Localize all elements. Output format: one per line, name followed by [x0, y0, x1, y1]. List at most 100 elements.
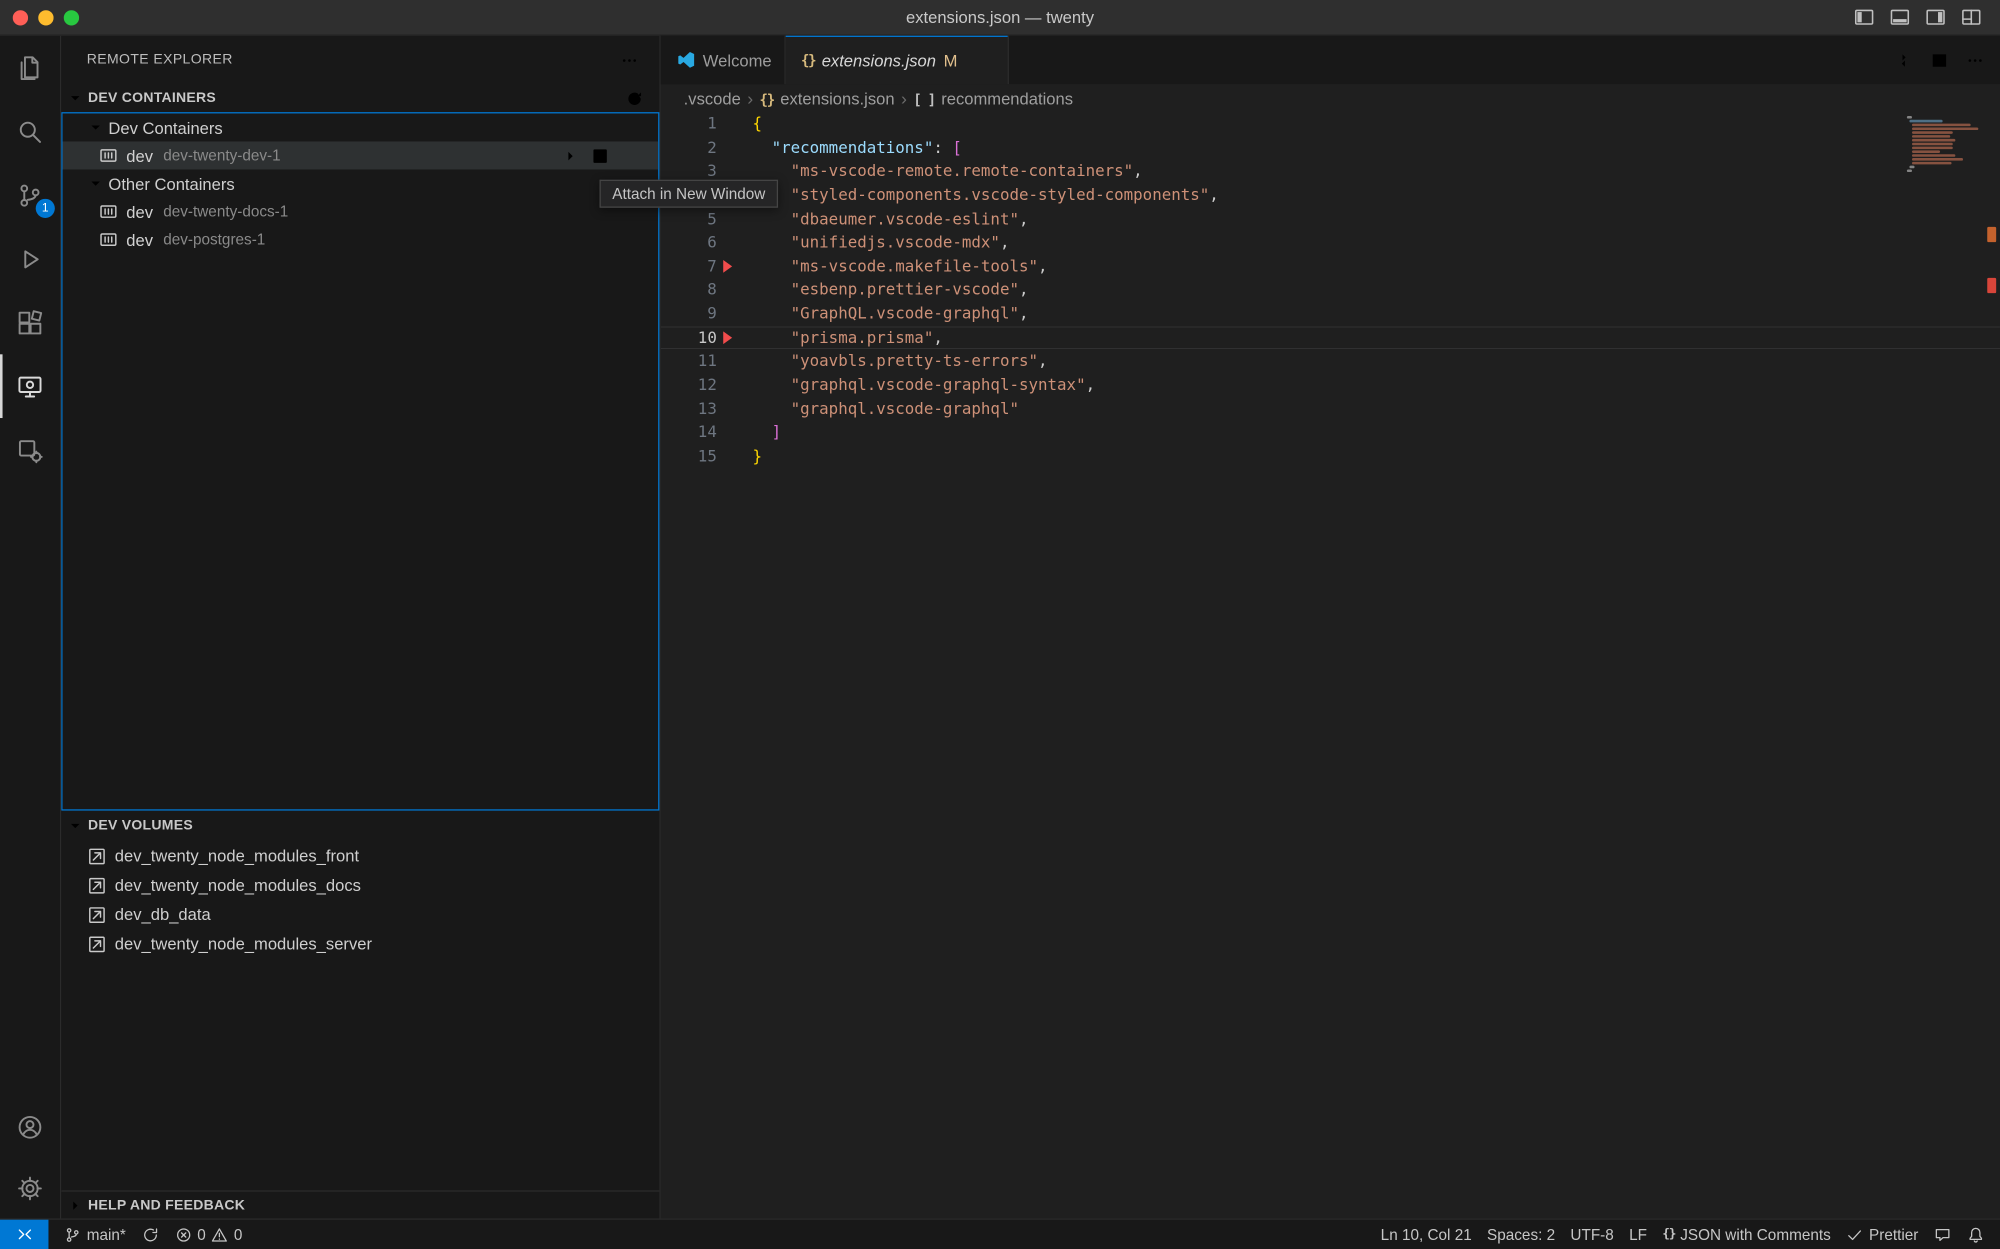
attach-new-window-button[interactable]	[587, 143, 613, 168]
close-window-button[interactable]	[13, 10, 28, 25]
code-line-2[interactable]: 2 "recommendations": [	[661, 136, 2000, 160]
container-icon	[98, 145, 118, 165]
tree-group[interactable]: Dev Containers	[62, 113, 658, 141]
dev-volumes-list: dev_twenty_node_modules_frontdev_twenty_…	[61, 841, 659, 958]
volume-icon	[87, 904, 107, 924]
json-symbol-icon: {}	[760, 89, 774, 108]
volume-row[interactable]: dev_db_data	[61, 900, 659, 929]
code-line-4[interactable]: 4 "styled-components.vscode-styled-compo…	[661, 183, 2000, 207]
volume-icon	[87, 846, 107, 866]
activity-item-run-and-debug[interactable]	[0, 227, 60, 291]
more-actions-icon[interactable]	[616, 47, 642, 72]
more-actions-button[interactable]	[1962, 47, 1988, 72]
tab-extensions-json[interactable]: {}extensions.jsonM	[786, 36, 1009, 84]
activity-item-remote-explorer[interactable]	[0, 354, 60, 418]
container-row[interactable]: devdev-twenty-dev-1	[62, 141, 658, 169]
split-editor-button[interactable]	[1926, 47, 1952, 72]
activity-item-explorer[interactable]	[0, 36, 60, 100]
code-line-1[interactable]: 1{	[661, 112, 2000, 136]
container-row[interactable]: devdev-twenty-docs-1	[62, 198, 658, 226]
problems-indicator[interactable]: 00	[167, 1220, 250, 1249]
minimap[interactable]	[1907, 116, 1981, 173]
close-tab-button[interactable]	[972, 48, 995, 71]
check-icon	[1846, 1225, 1864, 1243]
language-mode[interactable]: {}JSON with Comments	[1655, 1220, 1839, 1249]
container-row[interactable]: devdev-postgres-1	[62, 226, 658, 254]
code-line-11[interactable]: 11 "yoavbls.pretty-ts-errors",	[661, 350, 2000, 374]
container-icon	[98, 201, 118, 221]
activity-item-source-control[interactable]: 1	[0, 163, 60, 227]
container-icon	[98, 229, 118, 249]
status-bar: main* 00 Ln 10, Col 21Spaces: 2UTF-8LF{}J…	[0, 1218, 2000, 1249]
layout-sidebar-right-icon[interactable]	[1925, 6, 1947, 28]
code-line-9[interactable]: 9 "GraphQL.vscode-graphql",	[661, 302, 2000, 326]
add-button[interactable]	[562, 85, 588, 110]
section-header-dev-containers[interactable]: DEV CONTAINERS	[61, 84, 659, 112]
layout-sidebar-left-icon[interactable]	[1853, 6, 1875, 28]
json-braces-icon: {}	[801, 52, 815, 69]
cursor-position[interactable]: Ln 10, Col 21	[1373, 1220, 1479, 1249]
chevron-down-icon	[65, 817, 85, 835]
source-control-badge: 1	[36, 199, 55, 218]
code-line-10[interactable]: 10 "prisma.prisma",	[661, 326, 2000, 350]
branch-icon	[64, 1225, 82, 1243]
sidebar-header: REMOTE EXPLORER	[61, 36, 659, 84]
stop-container-button[interactable]	[620, 143, 646, 168]
sync-icon	[141, 1225, 159, 1243]
attach-container-button[interactable]	[554, 143, 580, 168]
tab-welcome[interactable]: Welcome	[661, 36, 786, 84]
layout-panel-icon[interactable]	[1889, 6, 1911, 28]
layout-controls	[1853, 6, 2000, 28]
code-line-7[interactable]: 7 "ms-vscode.makefile-tools",	[661, 255, 2000, 279]
branch-indicator[interactable]: main*	[56, 1220, 133, 1249]
code-line-8[interactable]: 8 "esbenp.prettier-vscode",	[661, 278, 2000, 302]
formatter-indicator[interactable]: Prettier	[1838, 1220, 1926, 1249]
filter-button[interactable]	[592, 85, 618, 110]
encoding-indicator[interactable]: UTF-8	[1563, 1220, 1622, 1249]
feedback-button[interactable]	[1926, 1220, 1959, 1249]
tree-group[interactable]: Other Containers	[62, 170, 658, 198]
notifications-button[interactable]	[1959, 1220, 1992, 1249]
vscode-window: extensions.json — twenty 1 REMOTE EXPLOR…	[0, 0, 2000, 1249]
code-line-12[interactable]: 12 "graphql.vscode-graphql-syntax",	[661, 373, 2000, 397]
remote-indicator[interactable]	[0, 1220, 48, 1249]
title-bar: extensions.json — twenty	[0, 0, 2000, 36]
account-icon	[17, 1113, 44, 1140]
code-line-6[interactable]: 6 "unifiedjs.vscode-mdx",	[661, 231, 2000, 255]
code-line-14[interactable]: 14 ]	[661, 421, 2000, 445]
dev-containers-tree: Dev Containersdevdev-twenty-dev-1Other C…	[61, 112, 659, 810]
sync-button[interactable]	[134, 1220, 167, 1249]
breadcrumb-item[interactable]: [ ]recommendations	[913, 89, 1073, 108]
section-header-help-feedback[interactable]: HELP AND FEEDBACK	[61, 1190, 659, 1218]
code-line-5[interactable]: 5 "dbaeumer.vscode-eslint",	[661, 207, 2000, 231]
eol-indicator[interactable]: LF	[1621, 1220, 1654, 1249]
chevron-down-icon	[85, 119, 105, 137]
breadcrumb-separator: ›	[901, 89, 907, 107]
minimize-window-button[interactable]	[38, 10, 53, 25]
activity-item-manage[interactable]	[0, 1157, 60, 1218]
code-line-3[interactable]: 3 "ms-vscode-remote.remote-containers",	[661, 160, 2000, 184]
code-editor[interactable]: 1{2 "recommendations": [3 "ms-vscode-rem…	[661, 112, 2000, 1218]
activity-item-dev-containers[interactable]	[0, 418, 60, 482]
chevron-right-icon	[65, 1196, 85, 1214]
open-changes-button[interactable]	[1890, 47, 1916, 72]
volume-row[interactable]: dev_twenty_node_modules_docs	[61, 870, 659, 899]
volume-row[interactable]: dev_twenty_node_modules_front	[61, 841, 659, 870]
zoom-window-button[interactable]	[64, 10, 79, 25]
volume-row[interactable]: dev_twenty_node_modules_server	[61, 929, 659, 958]
breadcrumb-item[interactable]: {}extensions.json	[760, 89, 895, 108]
error-icon	[174, 1225, 192, 1243]
activity-item-extensions[interactable]	[0, 291, 60, 355]
window-title: extensions.json — twenty	[0, 8, 2000, 27]
activity-item-accounts[interactable]	[0, 1096, 60, 1157]
activity-item-search[interactable]	[0, 99, 60, 163]
breadcrumb-item[interactable]: .vscode	[684, 89, 741, 108]
breadcrumb: .vscode›{}extensions.json›[ ]recommendat…	[661, 84, 2000, 112]
code-line-13[interactable]: 13 "graphql.vscode-graphql"	[661, 397, 2000, 421]
indentation-indicator[interactable]: Spaces: 2	[1479, 1220, 1562, 1249]
section-header-dev-volumes[interactable]: DEV VOLUMES	[61, 811, 659, 842]
refresh-button[interactable]	[621, 85, 647, 110]
overview-ruler-mark	[1987, 278, 1996, 293]
layout-customize-icon[interactable]	[1960, 6, 1982, 28]
code-line-15[interactable]: 15}	[661, 444, 2000, 468]
